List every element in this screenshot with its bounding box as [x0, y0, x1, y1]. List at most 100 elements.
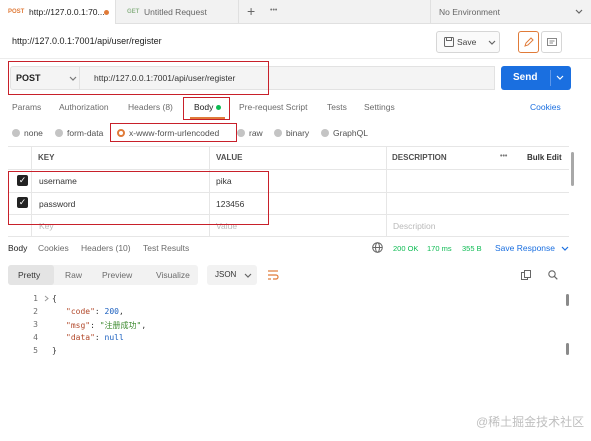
save-icon	[444, 37, 454, 47]
tab-label: http://127.0.0.1:70...	[29, 7, 105, 17]
pencil-icon	[524, 37, 534, 47]
tab-settings[interactable]: Settings	[364, 102, 395, 112]
url-input[interactable]: http://127.0.0.1:7001/api/user/register	[79, 66, 495, 90]
line-number: 1	[33, 294, 38, 303]
response-code-view[interactable]: 1 { 2 "code": 200, 3 "msg": "注册成功", 4 "d…	[0, 290, 591, 370]
radio-none[interactable]: none	[12, 128, 43, 138]
chevron-down-icon	[488, 40, 496, 45]
tab-label: Untitled Request	[144, 7, 207, 17]
environment-select[interactable]: No Environment	[430, 0, 591, 24]
view-visualize-button[interactable]: Visualize	[156, 270, 190, 280]
chevron-down-icon	[575, 9, 583, 14]
more-options-icon[interactable]: •••	[500, 153, 507, 160]
response-time[interactable]: 170 ms	[427, 244, 452, 253]
more-tabs-icon[interactable]: •••	[270, 7, 277, 14]
tab-bar: POST http://127.0.0.1:70... GET Untitled…	[0, 0, 591, 24]
format-select[interactable]: JSON	[207, 265, 257, 285]
line-number: 2	[33, 307, 38, 316]
active-tab-underline	[190, 117, 225, 119]
key-placeholder[interactable]: Key	[39, 221, 54, 231]
tab-authorization[interactable]: Authorization	[59, 102, 109, 112]
param-value[interactable]: 123456	[216, 199, 244, 209]
save-button[interactable]: Save	[436, 31, 500, 53]
cookies-link[interactable]: Cookies	[530, 102, 561, 112]
edit-button[interactable]	[518, 31, 539, 53]
description-placeholder[interactable]: Description	[393, 221, 436, 231]
radio-raw[interactable]: raw	[237, 128, 263, 138]
param-key[interactable]: password	[39, 199, 75, 209]
view-pretty-button[interactable]: Pretty	[8, 265, 54, 285]
line-number: 5	[33, 346, 38, 355]
url-text: http://127.0.0.1:7001/api/user/register	[94, 73, 236, 83]
globe-icon[interactable]	[372, 242, 383, 253]
request-tab-active[interactable]: POST http://127.0.0.1:70...	[0, 0, 116, 24]
column-header-value: VALUE	[216, 153, 243, 162]
code-text: }	[52, 346, 57, 355]
method-select[interactable]: POST	[10, 66, 79, 90]
radio-label: form-data	[67, 128, 104, 138]
tab-body[interactable]: Body	[194, 102, 222, 112]
unsaved-dot-icon	[104, 10, 109, 15]
radio-graphql[interactable]: GraphQL	[321, 128, 368, 138]
view-raw-button[interactable]: Raw	[65, 270, 82, 280]
tab-method: POST	[8, 9, 25, 15]
chevron-down-icon	[69, 76, 77, 81]
row-checkbox[interactable]: ✓	[17, 197, 28, 208]
table-border	[8, 169, 569, 170]
radio-binary[interactable]: binary	[274, 128, 309, 138]
radio-form-data[interactable]: form-data	[55, 128, 103, 138]
code-text: "code": 200,	[66, 307, 124, 316]
send-button[interactable]: Send	[501, 66, 571, 90]
value-placeholder[interactable]: Value	[216, 221, 237, 231]
fold-chevron-icon[interactable]	[44, 295, 49, 302]
table-col-divider	[209, 146, 210, 236]
tab-headers[interactable]: Headers (8)	[128, 102, 173, 112]
tab-pre-request-script[interactable]: Pre-request Script	[239, 102, 308, 112]
chevron-down-icon[interactable]	[561, 246, 569, 252]
wrap-lines-icon[interactable]	[267, 269, 279, 281]
copy-icon[interactable]	[521, 270, 531, 280]
code-text: {	[52, 294, 57, 303]
chevron-down-icon	[244, 273, 252, 278]
save-label: Save	[457, 37, 477, 47]
row-checkbox[interactable]: ✓	[17, 175, 28, 186]
request-tab[interactable]: GET Untitled Request	[117, 0, 239, 24]
tab-tests[interactable]: Tests	[327, 102, 347, 112]
code-scrollbar-top[interactable]	[566, 294, 569, 306]
new-tab-plus-icon[interactable]: +	[247, 3, 255, 19]
code-scrollbar-bottom[interactable]	[566, 343, 569, 355]
radio-x-www-form-urlencoded[interactable]: x-www-form-urlencoded	[117, 128, 219, 138]
response-tab-cookies[interactable]: Cookies	[38, 243, 69, 253]
request-title: http://127.0.0.1:7001/api/user/register	[12, 36, 162, 46]
body-active-dot-icon	[216, 105, 222, 110]
request-header: http://127.0.0.1:7001/api/user/register …	[0, 25, 591, 59]
response-tab-headers[interactable]: Headers (10)	[81, 243, 131, 253]
table-border	[8, 192, 569, 193]
table-col-divider	[386, 146, 387, 236]
save-response-button[interactable]: Save Response	[495, 243, 555, 253]
table-scrollbar[interactable]	[571, 152, 574, 186]
documentation-button[interactable]	[541, 31, 562, 53]
radio-circle	[237, 129, 245, 137]
radio-label: raw	[249, 128, 263, 138]
radio-circle	[55, 129, 63, 137]
bulk-edit-link[interactable]: Bulk Edit	[527, 153, 562, 162]
view-preview-button[interactable]: Preview	[102, 270, 132, 280]
response-tab-body[interactable]: Body	[8, 243, 27, 253]
status-code[interactable]: 200 OK	[393, 244, 418, 253]
send-label: Send	[513, 72, 538, 83]
radio-label: x-www-form-urlencoded	[129, 128, 220, 138]
chevron-down-icon[interactable]	[556, 75, 564, 81]
response-size[interactable]: 355 B	[462, 244, 482, 253]
radio-label: none	[24, 128, 43, 138]
tab-method: GET	[127, 9, 140, 15]
radio-circle-selected	[117, 129, 125, 137]
format-label: JSON	[215, 270, 237, 279]
param-value[interactable]: pika	[216, 176, 232, 186]
table-border	[8, 214, 569, 215]
tab-params[interactable]: Params	[12, 102, 41, 112]
response-tab-test-results[interactable]: Test Results	[143, 243, 189, 253]
param-key[interactable]: username	[39, 176, 77, 186]
watermark-text: @稀土掘金技术社区	[476, 415, 585, 429]
search-icon[interactable]	[548, 270, 558, 280]
